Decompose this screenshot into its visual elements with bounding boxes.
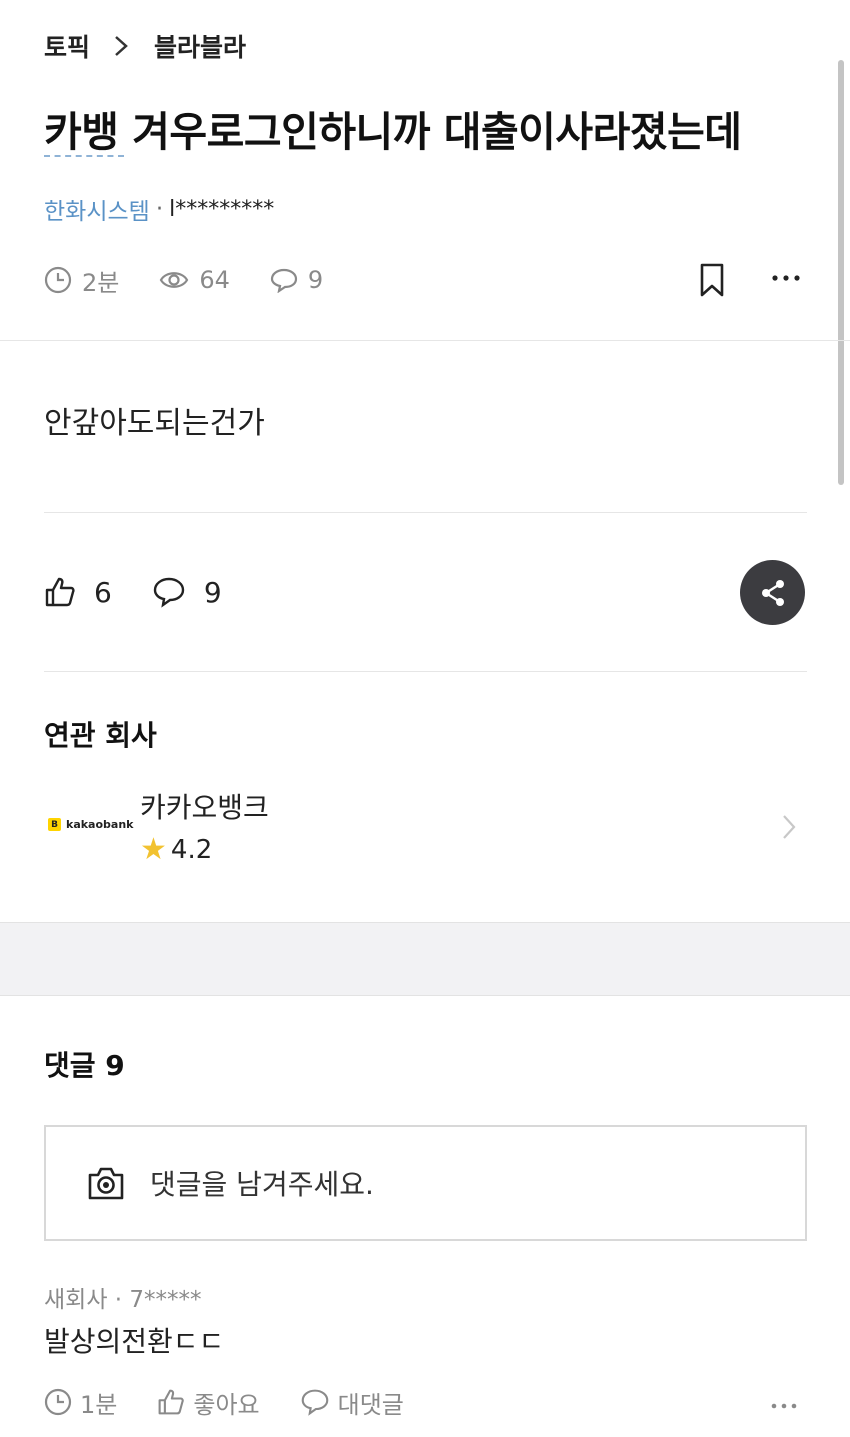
divider [44,512,807,513]
comment-button[interactable]: 9 [152,576,222,609]
more-options-icon[interactable] [770,270,802,290]
post-comments: 9 [270,266,323,294]
like-button[interactable]: 6 [44,576,112,609]
rating-value: 4.2 [170,834,213,865]
share-button[interactable] [740,560,805,625]
company-rating: ★ 4.2 [140,832,212,867]
divider [0,340,850,341]
section-spacer [0,922,850,996]
post-time-label: 2분 [82,268,120,297]
post-views-count: 64 [199,266,230,294]
comment-icon [270,268,298,293]
comment-like-label: 좋아요 [193,1390,260,1419]
post-time: 2분 [44,263,119,298]
comment-time-label: 1분 [80,1390,118,1419]
author-company-link[interactable]: 한화시스템 [44,192,150,226]
comment-placeholder: 댓글을 남겨주세요. [150,1168,374,1201]
clock-icon [44,1388,72,1416]
post-stats: 2분 64 9 [44,258,363,302]
comment-time: 1분 [44,1385,117,1420]
breadcrumb: 토픽 블라블라 [44,28,246,64]
breadcrumb-topic[interactable]: 토픽 [44,28,90,64]
post-body: 안갚아도되는건가 [44,406,265,441]
author-name: l********* [169,196,275,222]
related-company-name[interactable]: 카카오뱅크 [140,786,269,826]
thumbs-up-icon [158,1389,185,1415]
comment-author: 새회사 · 7***** [44,1287,202,1313]
share-icon [761,579,784,606]
post-actions: 6 9 [44,568,262,616]
meta-separator: · [155,196,164,222]
logo-letter: B [48,818,61,831]
title-underline [44,155,124,157]
thumbs-up-icon [45,577,75,607]
like-count: 6 [94,575,112,609]
post-views: 64 [159,266,230,294]
clock-icon [44,266,72,294]
post-meta: 한화시스템 · l********* [44,192,274,226]
kakaobank-logo[interactable]: B kakaobank [48,818,133,831]
post-title: 카뱅 겨우로그인하니까 대출이사라졌는데 [44,108,742,156]
comment-icon [301,1389,328,1416]
comment-text: 발상의전환ㄷㄷ [44,1325,225,1358]
post-comments-count: 9 [307,266,324,294]
bookmark-icon[interactable] [696,262,728,302]
comments-title: 댓글 9 [44,1049,125,1082]
comment-reply-button[interactable]: 대댓글 [300,1385,404,1420]
comment-reply-label: 대댓글 [337,1390,404,1419]
comment-icon [153,577,185,608]
comment-like-button[interactable]: 좋아요 [157,1385,260,1420]
chevron-right-icon [114,35,128,57]
eye-icon [160,272,189,288]
comment-input[interactable]: 댓글을 남겨주세요. [44,1125,807,1241]
related-company-title: 연관 회사 [44,719,157,752]
chevron-right-icon[interactable] [782,814,796,844]
comment-count: 9 [203,575,222,609]
camera-icon[interactable] [86,1165,126,1201]
divider [44,671,807,672]
scrollbar[interactable] [838,60,844,485]
comment-more-icon[interactable] [770,1398,798,1417]
logo-text: kakaobank [66,818,134,831]
breadcrumb-board[interactable]: 블라블라 [154,28,246,64]
star-icon: ★ [140,832,167,867]
comment-actions: 1분 좋아요 대댓글 [44,1380,444,1424]
